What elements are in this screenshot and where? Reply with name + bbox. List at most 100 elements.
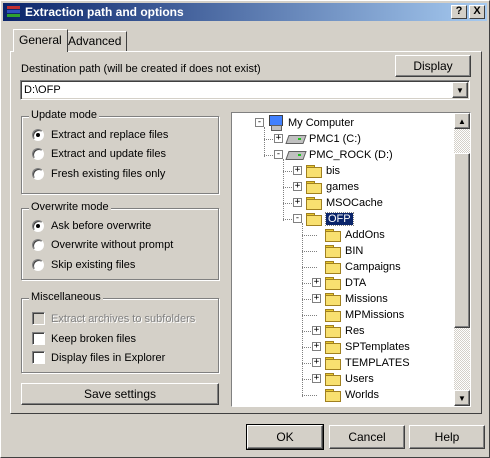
scrollbar-thumb[interactable] (454, 153, 470, 328)
radio-button-icon[interactable] (32, 259, 44, 271)
tree-item[interactable]: BIN (325, 243, 363, 259)
checkbox-extract-to-subfolders: Extract archives to subfolders (32, 312, 195, 325)
tree-item[interactable]: TEMPLATES (325, 355, 410, 371)
tree-connector-line (302, 315, 317, 316)
scroll-up-icon[interactable]: ▲ (454, 113, 470, 129)
tree-item[interactable]: Users (325, 371, 374, 387)
checkbox-display-in-explorer[interactable]: Display files in Explorer (32, 351, 165, 364)
tree-item-label[interactable]: PMC1 (C:) (309, 133, 361, 145)
tree-item-label[interactable]: Res (345, 325, 365, 337)
tree-item[interactable]: Campaigns (325, 259, 401, 275)
expand-icon[interactable]: + (312, 374, 321, 383)
expand-icon[interactable]: + (312, 326, 321, 335)
checkbox-icon[interactable] (32, 332, 45, 345)
radio-label: Extract and replace files (51, 129, 169, 141)
tree-item-label[interactable]: MSOCache (326, 197, 383, 209)
folder-icon (325, 229, 341, 242)
tree-item[interactable]: bis (306, 163, 340, 179)
tree-item-label[interactable]: Users (345, 373, 374, 385)
radio-button-icon[interactable] (32, 220, 44, 232)
tree-item-label[interactable]: AddOns (345, 229, 385, 241)
radio-fresh-existing[interactable]: Fresh existing files only (32, 168, 165, 180)
collapse-icon[interactable]: - (274, 150, 283, 159)
tree-item[interactable]: DTA (325, 275, 366, 291)
expand-icon[interactable]: + (312, 278, 321, 287)
tree-item-label[interactable]: PMC_ROCK (D:) (309, 149, 393, 161)
radio-button-icon[interactable] (32, 239, 44, 251)
title-bar[interactable]: Extraction path and options ? X (3, 3, 487, 21)
tree-item[interactable]: My Computer (268, 115, 354, 131)
tree-item-label[interactable]: BIN (345, 245, 363, 257)
expand-icon[interactable]: + (312, 342, 321, 351)
radio-ask-before-overwrite[interactable]: Ask before overwrite (32, 220, 151, 232)
checkbox-icon[interactable] (32, 351, 45, 364)
tree-item-label[interactable]: DTA (345, 277, 366, 289)
tree-item-label[interactable]: MPMissions (345, 309, 404, 321)
miscellaneous-group: Miscellaneous Extract archives to subfol… (21, 291, 219, 373)
tree-item[interactable]: Worlds (325, 387, 379, 403)
overwrite-mode-group: Overwrite mode Ask before overwrite Over… (21, 201, 219, 280)
tree-item-label[interactable]: games (326, 181, 359, 193)
folder-icon (306, 197, 322, 210)
radio-extract-replace[interactable]: Extract and replace files (32, 129, 168, 141)
radio-button-icon[interactable] (32, 148, 44, 160)
tree-item-label[interactable]: SPTemplates (345, 341, 410, 353)
help-button[interactable]: Help (409, 425, 485, 449)
tree-connector-line (302, 395, 317, 396)
expand-icon[interactable]: + (312, 358, 321, 367)
radio-skip-existing[interactable]: Skip existing files (32, 259, 135, 271)
destination-path-value[interactable]: D:\OFP (24, 84, 61, 96)
tree-item-label[interactable]: bis (326, 165, 340, 177)
tree-item[interactable]: AddOns (325, 227, 385, 243)
tree-item[interactable]: MSOCache (306, 195, 383, 211)
tree-guide-line (264, 127, 265, 157)
checkbox-icon (32, 312, 45, 325)
radio-overwrite-without-prompt[interactable]: Overwrite without prompt (32, 239, 173, 251)
cancel-button[interactable]: Cancel (329, 425, 405, 449)
tree-guide-line (283, 159, 284, 221)
ok-button[interactable]: OK (246, 424, 324, 450)
tree-item[interactable]: OFP (306, 211, 354, 227)
tree-item[interactable]: Res (325, 323, 365, 339)
expand-icon[interactable]: + (274, 134, 283, 143)
overwrite-mode-title: Overwrite mode (29, 201, 111, 213)
checkbox-keep-broken-files[interactable]: Keep broken files (32, 332, 136, 345)
extraction-dialog: Extraction path and options ? X General … (0, 0, 490, 458)
expand-icon[interactable]: + (293, 166, 302, 175)
radio-button-icon[interactable] (32, 168, 44, 180)
miscellaneous-title: Miscellaneous (29, 291, 103, 303)
collapse-icon[interactable]: - (293, 214, 302, 223)
expand-icon[interactable]: + (293, 198, 302, 207)
radio-label: Overwrite without prompt (51, 239, 174, 251)
collapse-icon[interactable]: - (255, 118, 264, 127)
chevron-down-icon[interactable]: ▼ (452, 82, 468, 98)
tree-item[interactable]: SPTemplates (325, 339, 410, 355)
help-title-button[interactable]: ? (451, 5, 467, 19)
tab-general[interactable]: General (13, 29, 68, 52)
tab-advanced[interactable]: Advanced (62, 31, 128, 51)
folder-icon (325, 389, 341, 402)
scroll-down-icon[interactable]: ▼ (454, 390, 470, 406)
tree-item[interactable]: PMC_ROCK (D:) (287, 147, 393, 163)
folder-tree[interactable]: ▲ ▼ - My Computer + PMC1 (C:) - PMC_ROCK (D:)… (232, 113, 470, 406)
folder-icon (325, 261, 341, 274)
radio-extract-update[interactable]: Extract and update files (32, 148, 166, 160)
tree-item[interactable]: games (306, 179, 359, 195)
save-settings-button[interactable]: Save settings (21, 383, 219, 405)
expand-icon[interactable]: + (312, 294, 321, 303)
tree-item-label[interactable]: TEMPLATES (345, 357, 410, 369)
drive-icon (287, 134, 305, 144)
tree-item[interactable]: Missions (325, 291, 388, 307)
radio-button-icon[interactable] (32, 129, 44, 141)
tree-item[interactable]: MPMissions (325, 307, 404, 323)
tree-item-label[interactable]: OFP (325, 212, 354, 226)
tree-item[interactable]: PMC1 (C:) (287, 131, 361, 147)
close-icon[interactable]: X (469, 5, 485, 19)
expand-icon[interactable]: + (293, 182, 302, 191)
tree-item-label[interactable]: My Computer (288, 117, 354, 129)
tree-item-label[interactable]: Campaigns (345, 261, 401, 273)
display-button[interactable]: Display (395, 55, 471, 77)
destination-path-combobox[interactable]: D:\OFP ▼ (20, 80, 470, 100)
tree-item-label[interactable]: Missions (345, 293, 388, 305)
tree-item-label[interactable]: Worlds (345, 389, 379, 401)
